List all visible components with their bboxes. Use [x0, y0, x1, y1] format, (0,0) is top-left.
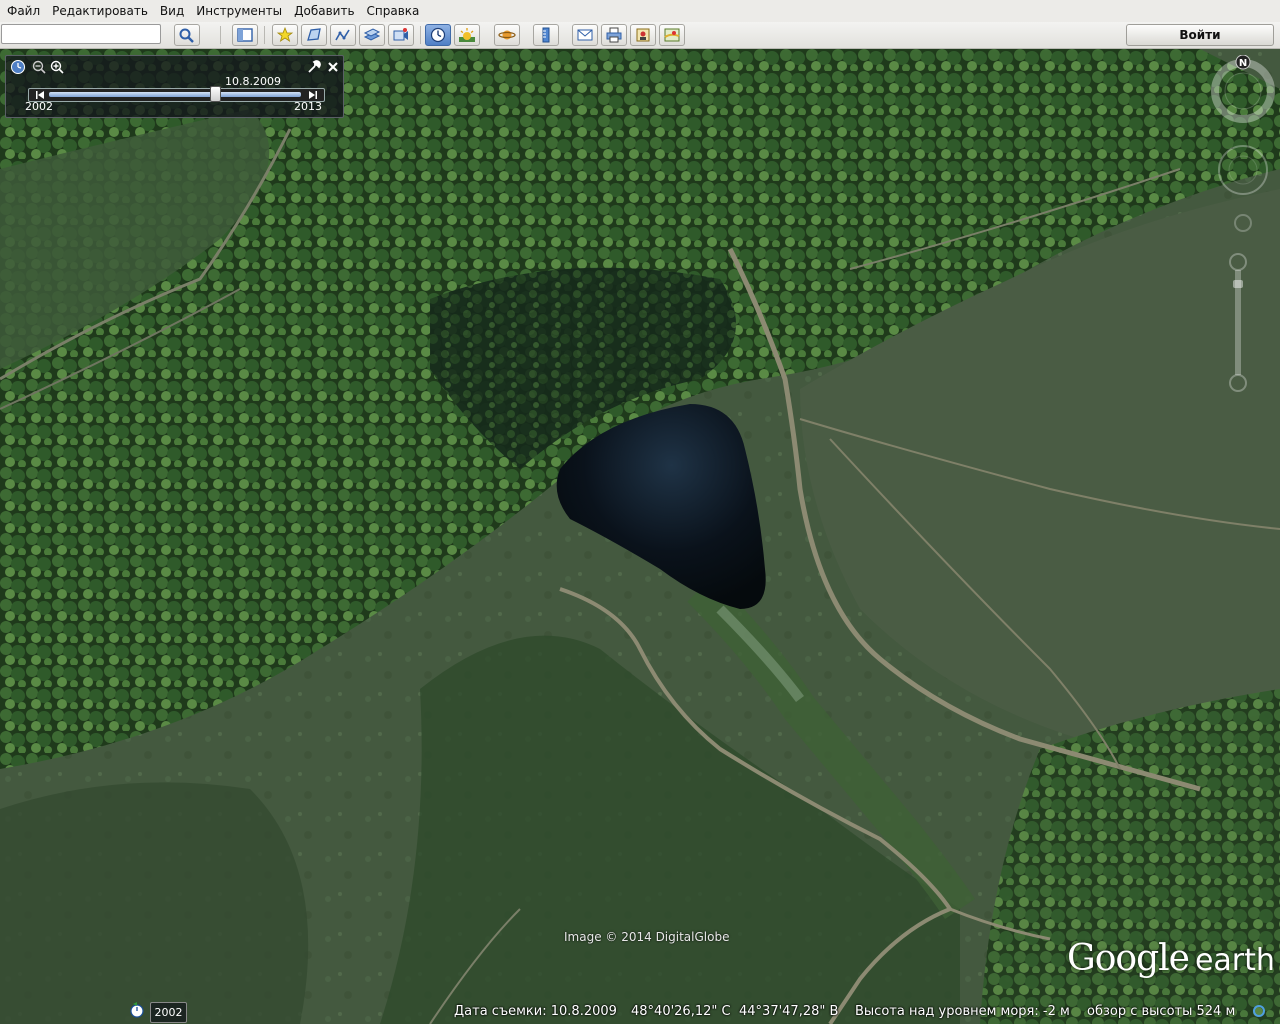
- logo-earth: earth: [1194, 943, 1275, 978]
- elevation-readout: Высота над уровнем моря: -2 м: [855, 1004, 1070, 1019]
- menu-add[interactable]: Добавить: [288, 0, 360, 22]
- view-in-maps-button[interactable]: [659, 24, 685, 46]
- historical-imagery-icon: [430, 27, 446, 43]
- current-date-label: 10.8.2009: [225, 75, 281, 88]
- menu-tools[interactable]: Инструменты: [190, 0, 288, 22]
- clock-icon[interactable]: [10, 59, 26, 75]
- sunlight-button[interactable]: [454, 24, 480, 46]
- historical-imagery-panel: 10.8.2009 2002 2013: [5, 55, 344, 118]
- start-year-label: 2002: [25, 100, 53, 113]
- tour-icon: [393, 28, 408, 41]
- email-button[interactable]: [572, 24, 598, 46]
- end-year-label: 2013: [294, 100, 322, 113]
- email-icon: [577, 29, 593, 41]
- zoom-thumb[interactable]: [1233, 280, 1243, 288]
- save-image-button[interactable]: [630, 24, 656, 46]
- planets-icon: [498, 30, 516, 40]
- maps-icon: [664, 28, 680, 42]
- menu-help[interactable]: Справка: [361, 0, 426, 22]
- navigation-controls: N: [1211, 55, 1275, 392]
- streaming-indicator-icon: [1253, 1005, 1265, 1017]
- sign-in-button[interactable]: Войти: [1126, 24, 1274, 46]
- zoom-out-icon[interactable]: [1229, 374, 1247, 392]
- menu-file[interactable]: Файл: [0, 0, 46, 22]
- map-view[interactable]: Image © 2014 DigitalGlobe Google earth: [0, 49, 1280, 1024]
- zoom-slider[interactable]: [1229, 253, 1247, 392]
- toolbar-divider: [420, 26, 421, 44]
- step-back-icon[interactable]: [35, 90, 45, 100]
- menu-edit[interactable]: Редактировать: [46, 0, 154, 22]
- search-button[interactable]: [174, 24, 200, 46]
- wrench-icon[interactable]: [306, 59, 322, 75]
- time-slider-bar: [49, 92, 301, 97]
- add-overlay-button[interactable]: [359, 24, 385, 46]
- latitude-readout: 48°40'26,12" С: [631, 1004, 731, 1019]
- time-slider-track[interactable]: [28, 86, 325, 102]
- toolbar-divider: [264, 26, 265, 44]
- path-icon: [335, 29, 350, 41]
- planets-button[interactable]: [494, 24, 520, 46]
- record-tour-button[interactable]: [388, 24, 414, 46]
- status-bar: Дата съемки: 10.8.2009 48°40'26,12" С 44…: [0, 1001, 1280, 1024]
- capture-date: Дата съемки: 10.8.2009: [454, 1004, 617, 1019]
- ruler-button[interactable]: [533, 24, 559, 46]
- add-polygon-button[interactable]: [301, 24, 327, 46]
- print-icon: [606, 27, 622, 43]
- zoom-in-icon[interactable]: [1229, 253, 1247, 271]
- longitude-readout: 44°37'47,28" В: [739, 1004, 839, 1019]
- eye-altitude-readout: обзор с высоты 524 м: [1087, 1004, 1236, 1019]
- logo-google: Google: [1067, 938, 1190, 979]
- search-input[interactable]: [1, 24, 161, 44]
- sunlight-icon: [459, 28, 475, 42]
- print-button[interactable]: [601, 24, 627, 46]
- time-slider-thumb[interactable]: [209, 86, 221, 102]
- save-image-icon: [636, 28, 650, 42]
- toolbar-divider: [220, 26, 221, 44]
- satellite-imagery: [0, 49, 1280, 1024]
- overlay-icon: [363, 28, 381, 41]
- search-icon: [179, 28, 194, 43]
- ruler-icon: [542, 27, 550, 43]
- image-credit: Image © 2014 DigitalGlobe: [564, 930, 730, 944]
- placemark-icon: [276, 27, 294, 42]
- google-earth-logo: Google earth: [1067, 938, 1275, 979]
- menu-view[interactable]: Вид: [154, 0, 190, 22]
- polygon-icon: [307, 28, 321, 41]
- compass-ring[interactable]: [1211, 59, 1275, 123]
- compass-north-label: N: [1239, 58, 1247, 69]
- look-joystick[interactable]: [1218, 145, 1268, 195]
- menu-bar: Файл Редактировать Вид Инструменты Добав…: [0, 0, 1280, 23]
- add-path-button[interactable]: [330, 24, 356, 46]
- move-joystick[interactable]: [1234, 214, 1252, 232]
- sidebar-icon: [237, 28, 253, 42]
- zoom-in-time-icon[interactable]: [49, 59, 65, 75]
- zoom-out-time-icon[interactable]: [31, 59, 47, 75]
- historical-imagery-button[interactable]: [425, 24, 451, 46]
- step-forward-icon[interactable]: [308, 90, 318, 100]
- toolbar: Войти: [0, 22, 1280, 49]
- add-placemark-button[interactable]: [272, 24, 298, 46]
- sidebar-button[interactable]: [232, 24, 258, 46]
- close-icon[interactable]: [325, 59, 341, 75]
